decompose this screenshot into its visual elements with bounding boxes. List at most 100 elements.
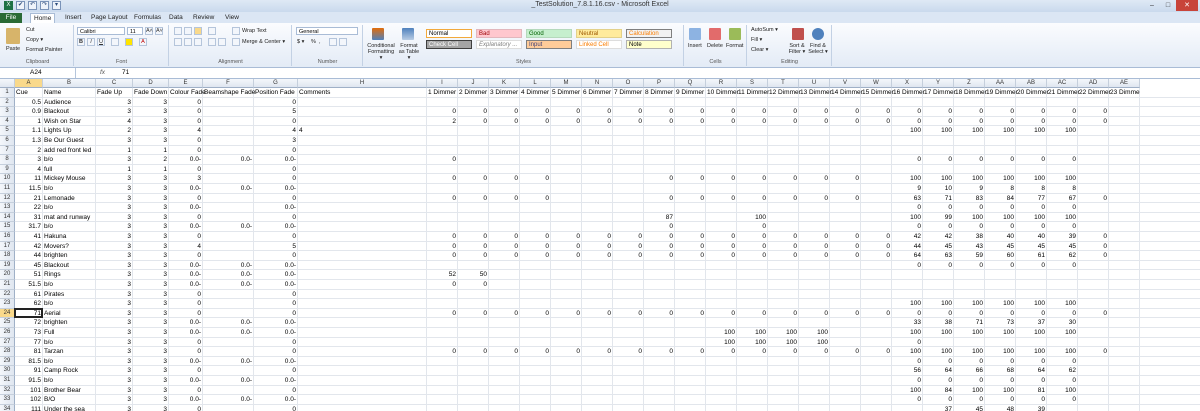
paste-icon[interactable] <box>6 28 20 44</box>
cell[interactable]: 100 <box>1048 213 1078 223</box>
row-header[interactable]: 1 <box>0 88 15 98</box>
cell[interactable]: 3 <box>97 299 133 309</box>
cell[interactable]: 0 <box>521 117 551 127</box>
cell[interactable]: 0 <box>170 338 203 348</box>
cell[interactable]: 0 <box>676 117 706 127</box>
cell[interactable]: 0 <box>552 107 582 117</box>
cell[interactable]: 0 <box>862 232 892 242</box>
column-header[interactable]: E <box>169 79 203 88</box>
cell[interactable]: 100 <box>924 174 954 184</box>
cell[interactable]: 0 <box>428 232 458 242</box>
cell[interactable]: 100 <box>800 328 830 338</box>
cell[interactable]: 0 <box>831 309 861 319</box>
cell[interactable]: 0 <box>459 232 489 242</box>
cell[interactable]: 23 Dimme <box>1110 88 1180 98</box>
fill-button[interactable]: Fill ▾ <box>751 37 762 43</box>
cell[interactable]: 0 <box>893 338 923 348</box>
cell[interactable]: 0 <box>583 107 613 117</box>
row-header[interactable]: 9 <box>0 164 15 175</box>
italic-button[interactable]: I <box>87 38 95 46</box>
cell[interactable]: 0 <box>170 194 203 204</box>
cell[interactable]: 3 <box>134 376 169 386</box>
cell[interactable]: 3 <box>134 222 169 232</box>
cell[interactable]: 0 <box>738 222 768 232</box>
cell[interactable]: 0 <box>459 347 489 357</box>
insert-cells-icon[interactable] <box>689 28 701 40</box>
row-header[interactable]: 8 <box>0 155 15 165</box>
cell[interactable]: 83 <box>955 194 985 204</box>
column-header[interactable]: AE <box>1109 79 1140 88</box>
cell[interactable]: 0 <box>676 309 706 319</box>
cell[interactable]: 100 <box>1017 347 1047 357</box>
cell[interactable]: 0 <box>645 232 675 242</box>
cell[interactable]: 100 <box>986 347 1016 357</box>
cell[interactable]: 0 <box>986 107 1016 117</box>
cell[interactable]: 40 <box>1017 232 1047 242</box>
cell[interactable]: 38 <box>924 318 954 328</box>
cell[interactable]: 0 <box>707 309 737 319</box>
cell[interactable]: 0 <box>676 194 706 204</box>
align-bottom-icon[interactable] <box>194 27 202 35</box>
cell[interactable]: 0.5 <box>16 98 43 108</box>
cell[interactable]: 100 <box>707 328 737 338</box>
cell[interactable]: 0 <box>955 203 985 213</box>
cell[interactable]: 3 <box>134 290 169 300</box>
cell[interactable]: 100 <box>955 386 985 396</box>
cell[interactable]: 59 <box>955 251 985 261</box>
column-header[interactable]: H <box>298 79 427 88</box>
cell[interactable]: 0 <box>831 242 861 252</box>
cell[interactable]: 3 <box>97 203 133 213</box>
cell[interactable]: 3 <box>134 318 169 328</box>
cell[interactable]: 91 <box>16 366 43 376</box>
cell[interactable]: 0 <box>614 309 644 319</box>
cell[interactable]: 0 <box>552 232 582 242</box>
cell[interactable]: 0 <box>986 357 1016 367</box>
column-header[interactable]: AD <box>1078 79 1109 88</box>
cell[interactable]: 100 <box>924 126 954 136</box>
cell[interactable]: 0 <box>459 251 489 261</box>
tab-view[interactable]: View <box>222 13 242 23</box>
cell[interactable]: 0 <box>583 347 613 357</box>
cell[interactable]: 0 <box>1017 309 1047 319</box>
tab-data[interactable]: Data <box>166 13 186 23</box>
wrap-text-icon[interactable] <box>232 27 240 35</box>
cell[interactable]: 0 <box>800 347 830 357</box>
cell[interactable]: 0 <box>769 117 799 127</box>
cell[interactable]: 0 <box>170 213 203 223</box>
cell[interactable]: 0.0- <box>204 318 254 328</box>
cell[interactable]: 1 <box>16 117 43 127</box>
cell[interactable]: 73 <box>16 328 43 338</box>
cell[interactable]: 3 <box>97 318 133 328</box>
cell[interactable]: 0 <box>614 107 644 117</box>
cell[interactable]: 0.0- <box>170 318 203 328</box>
cell[interactable]: 0 <box>459 107 489 117</box>
row-header[interactable]: 24 <box>0 308 15 319</box>
cell[interactable]: 10 <box>924 184 954 194</box>
cell[interactable]: 0 <box>707 194 737 204</box>
cell[interactable]: 102 <box>16 395 43 405</box>
cell[interactable]: 111 <box>16 405 43 411</box>
cell[interactable]: 0 <box>490 242 520 252</box>
cell[interactable]: 0 <box>800 117 830 127</box>
column-header[interactable]: C <box>96 79 133 88</box>
grow-font-button[interactable]: A˄ <box>145 27 153 35</box>
cell[interactable]: 0 <box>1017 107 1047 117</box>
cell[interactable]: 0 <box>893 155 923 165</box>
cell[interactable]: 0 <box>583 232 613 242</box>
cell[interactable]: 51 <box>16 270 43 280</box>
cell[interactable]: 0 <box>676 232 706 242</box>
cell[interactable]: 0 <box>1079 309 1109 319</box>
cell[interactable]: 0 <box>645 117 675 127</box>
cell[interactable]: 3 <box>134 117 169 127</box>
cell[interactable]: 0 <box>986 376 1016 386</box>
cell[interactable]: 42 <box>924 232 954 242</box>
cell[interactable]: 62 <box>1048 251 1078 261</box>
cell[interactable]: 0.0- <box>170 261 203 271</box>
cell[interactable]: 5 <box>255 242 298 252</box>
formula-input[interactable]: 71 <box>122 68 129 78</box>
row-header[interactable]: 21 <box>0 280 15 290</box>
cell[interactable]: 11 <box>16 174 43 184</box>
cell[interactable]: 0 <box>831 194 861 204</box>
cell[interactable]: 0 <box>170 165 203 175</box>
cell[interactable]: 0 <box>552 309 582 319</box>
